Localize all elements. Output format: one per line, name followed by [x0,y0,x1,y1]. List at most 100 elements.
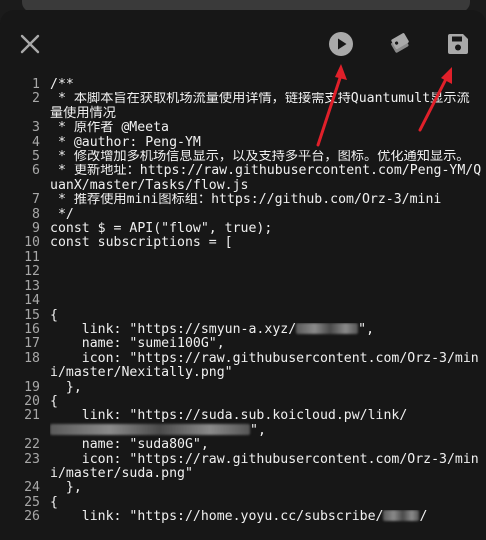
line-text: name: "suda80G", [50,438,486,452]
line-text [50,251,486,265]
code-line: 13 [0,278,486,294]
line-number: 10 [24,235,40,251]
line-content: { [50,308,58,323]
line-text: const $ = API("flow", true); [50,222,486,236]
line-content: * 修改增加多机场信息显示，以及支持多平台，图标。优化通知显示。 [50,150,470,165]
line-number: 26 [24,509,40,525]
line-text: */ [50,208,486,222]
line-number: 6 [32,163,40,179]
line-content: { [50,394,58,409]
line-text: * 本脚本旨在获取机场流量使用详情，链接需支持Quantumult显示流量使用情… [50,92,486,121]
code-line: 16 link: "https://smyun-a.xyz/ ", [0,321,486,337]
line-number: 8 [32,206,40,222]
line-number: 20 [24,393,40,409]
line-content: */ [50,207,74,222]
code-line: 22 name: "suda80G", [0,437,486,453]
save-icon [448,34,468,54]
close-icon [20,34,40,54]
line-number: 11 [24,249,40,265]
line-text: link: "https://smyun-a.xyz/ ", [50,322,486,337]
line-text: * 修改增加多机场信息显示，以及支持多平台，图标。优化通知显示。 [50,150,486,164]
line-number: 23 [24,451,40,467]
redacted-text [50,423,250,435]
code-line: 21 link: "https://suda.sub.koicloud.pw/l… [0,409,486,438]
line-content: * 本脚本旨在获取机场流量使用详情，链接需支持Quantumult显示流量使用情… [50,92,470,121]
code-line: 4 * @author: Peng-YM [0,134,486,150]
line-text: /** [50,78,486,92]
line-number: 16 [24,321,40,337]
code-line: 24 }, [0,480,486,496]
code-line: 9 const $ = API("flow", true); [0,221,486,237]
line-content-tail: ", [358,322,375,337]
code-line: 23 icon: "https://raw.githubusercontent.… [0,451,486,482]
line-number: 19 [24,379,40,395]
line-number: 14 [24,293,40,309]
code-line: 6 * 更新地址：https://raw.githubusercontent.c… [0,164,486,193]
code-line: 15 { [0,308,486,323]
code-editor[interactable]: 1/** 2 * 本脚本旨在获取机场流量使用详情，链接需支持Quantumult显… [0,78,486,540]
line-number: 13 [24,278,40,294]
code-line: 3 * 原作者 @Meeta [0,120,486,136]
line-content: }, [50,380,82,395]
line-content: }, [50,481,82,496]
line-content: * 推荐使用mini图标组：https://github.com/Orz-3/m… [50,193,442,208]
code-line: 17 name: "sumei100G", [0,336,486,352]
line-number: 1 [32,78,40,92]
line-content: * 原作者 @Meeta [50,121,169,136]
line-number: 18 [24,350,40,366]
close-button[interactable] [16,30,44,58]
line-number: 4 [32,134,40,150]
run-script-button[interactable] [327,30,355,58]
script-editor-sheet: 1/** 2 * 本脚本旨在获取机场流量使用详情，链接需支持Quantumult显… [0,10,486,540]
line-number: 5 [32,149,40,165]
line-content: { [50,495,58,510]
redacted-text [383,510,420,522]
line-text: link: "https://home.yoyu.cc/subscribe/ / [50,510,486,524]
line-text [50,280,486,294]
line-content: /** [50,78,74,92]
line-text: link: "https://suda.sub.koicloud.pw/link… [50,409,486,438]
code-line: 20 { [0,393,486,409]
code-line: 14 [0,293,486,309]
save-button[interactable] [444,30,472,58]
line-number: 22 [24,437,40,453]
code-line: 2 * 本脚本旨在获取机场流量使用详情，链接需支持Quantumult显示流量使… [0,92,486,121]
line-text: * 推荐使用mini图标组：https://github.com/Orz-3/m… [50,193,486,207]
line-content: const $ = API("flow", true); [50,222,273,237]
line-content: icon: "https://raw.githubusercontent.com… [50,351,479,381]
code-line: 19 }, [0,379,486,395]
line-number: 17 [24,336,40,352]
line-text: { [50,496,486,510]
line-text [50,294,486,308]
line-number: 9 [32,221,40,237]
line-content: icon: "https://raw.githubusercontent.com… [50,452,479,481]
line-number: 2 [32,91,40,107]
line-text: icon: "https://raw.githubusercontent.com… [50,352,486,381]
line-text: * 更新地址：https://raw.githubusercontent.com… [50,164,486,193]
play-circle-icon [329,32,353,56]
line-number: 12 [24,264,40,280]
line-text: }, [50,481,486,495]
tags-button[interactable] [386,30,414,58]
code-line: 26 link: "https://home.yoyu.cc/subscribe… [0,509,486,525]
line-content: link: "https://home.yoyu.cc/subscribe/ [50,510,384,525]
line-text: }, [50,381,486,395]
tags-icon [391,33,409,53]
line-text: icon: "https://raw.githubusercontent.com… [50,453,486,482]
line-content: * @author: Peng-YM [50,135,201,150]
line-number: 24 [24,480,40,496]
line-text: * 原作者 @Meeta [50,121,486,135]
line-content: * 更新地址：https://raw.githubusercontent.com… [50,164,482,193]
line-text: { [50,395,486,409]
code-line: 10 const subscriptions = [ [0,235,486,251]
line-text: const subscriptions = [ [50,236,486,250]
line-text [50,265,486,279]
line-number: 25 [24,494,40,510]
code-line: 18 icon: "https://raw.githubusercontent.… [0,350,486,381]
code-line: 5 * 修改增加多机场信息显示，以及支持多平台，图标。优化通知显示。 [0,149,486,165]
line-number: 21 [24,408,40,424]
code-line: 11 [0,249,486,265]
line-number: 3 [32,120,40,136]
line-content-tail: ", [250,422,266,438]
code-line: 1 /** [0,78,486,92]
